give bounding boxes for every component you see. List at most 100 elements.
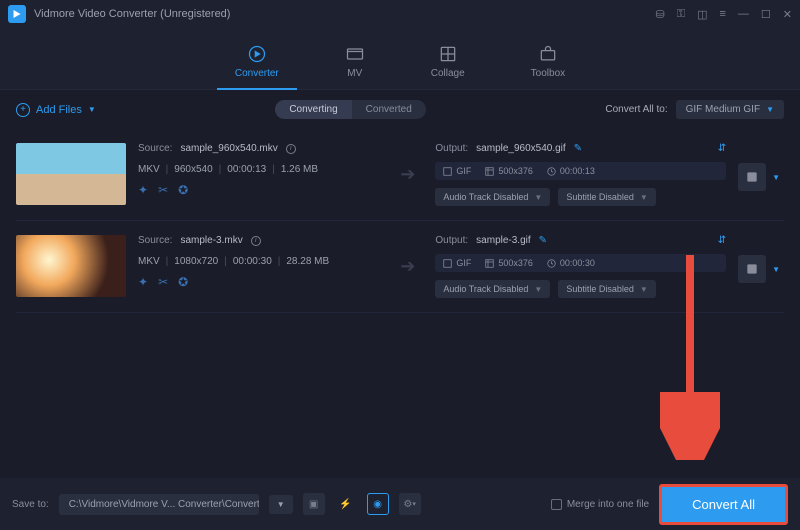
- source-resolution: 1080x720: [174, 256, 218, 267]
- source-duration: 00:00:13: [227, 164, 266, 175]
- nav-toolbox-label: Toolbox: [531, 68, 565, 79]
- source-label: Source:: [138, 143, 172, 154]
- checkbox-icon: [551, 499, 562, 510]
- chevron-down-icon: ▼: [88, 105, 96, 114]
- info-icon[interactable]: i: [286, 144, 296, 154]
- titlebar: Vidmore Video Converter (Unregistered) ⛁…: [0, 0, 800, 28]
- format-dropdown-icon[interactable]: ▼: [768, 265, 784, 274]
- nav-converter[interactable]: Converter: [227, 40, 287, 89]
- source-filename: sample_960x540.mkv: [180, 143, 277, 154]
- open-folder-icon[interactable]: ▣: [303, 493, 325, 515]
- audio-track-select[interactable]: Audio Track Disabled▼: [435, 280, 550, 298]
- merge-checkbox[interactable]: Merge into one file: [551, 499, 649, 510]
- source-container: MKV: [138, 256, 160, 267]
- star-edit-icon[interactable]: ✦: [138, 275, 148, 289]
- convert-target-value: GIF Medium GIF: [686, 104, 760, 115]
- svg-text:GIF: GIF: [749, 270, 755, 274]
- chevron-down-icon: ▼: [766, 105, 774, 114]
- subtitle-select[interactable]: Subtitle Disabled▼: [558, 280, 655, 298]
- close-icon[interactable]: ✕: [783, 8, 792, 21]
- source-size: 1.26 MB: [281, 164, 318, 175]
- save-to-label: Save to:: [12, 499, 49, 510]
- source-resolution: 960x540: [174, 164, 212, 175]
- nav-converter-label: Converter: [235, 68, 279, 79]
- feedback-icon[interactable]: ◫: [697, 8, 707, 21]
- video-thumbnail[interactable]: [16, 143, 126, 205]
- output-info: GIF 500x376 00:00:13: [435, 162, 726, 180]
- output-filename: sample_960x540.gif: [476, 143, 566, 154]
- plus-icon: +: [16, 103, 30, 117]
- lightning-icon[interactable]: ⚡: [335, 493, 357, 515]
- edit-name-icon[interactable]: ✎: [574, 143, 582, 154]
- tab-converting[interactable]: Converting: [275, 100, 351, 119]
- convert-target-select[interactable]: GIF Medium GIF ▼: [676, 100, 784, 119]
- cart-icon[interactable]: ⛁: [655, 8, 664, 21]
- main-nav: Converter MV Collage Toolbox: [0, 28, 800, 90]
- output-label: Output:: [435, 143, 468, 154]
- info-icon[interactable]: i: [251, 236, 261, 246]
- output-format-button[interactable]: GIF: [738, 163, 766, 191]
- compress-icon[interactable]: ⇵: [718, 143, 726, 154]
- enhance-icon[interactable]: ✪: [178, 183, 188, 197]
- arrow-icon: ➔: [392, 235, 423, 298]
- chevron-down-icon: ▼: [640, 285, 648, 294]
- nav-mv-label: MV: [347, 68, 362, 79]
- subtitle-select[interactable]: Subtitle Disabled▼: [558, 188, 655, 206]
- output-resolution: 500x376: [498, 166, 533, 176]
- output-label: Output:: [435, 235, 468, 246]
- output-filename: sample-3.gif: [476, 235, 530, 246]
- output-format-button[interactable]: GIF: [738, 255, 766, 283]
- add-files-button[interactable]: + Add Files ▼: [16, 103, 96, 117]
- status-tabs: Converting Converted: [275, 100, 426, 119]
- nav-collage[interactable]: Collage: [423, 40, 473, 89]
- hw-accel-icon[interactable]: ◉: [367, 493, 389, 515]
- source-meta: MKV| 960x540| 00:00:13| 1.26 MB: [138, 164, 380, 175]
- source-meta: MKV| 1080x720| 00:00:30| 28.28 MB: [138, 256, 380, 267]
- output-duration: 00:00:30: [560, 258, 595, 268]
- convert-all-button[interactable]: Convert All: [659, 484, 788, 525]
- compress-icon[interactable]: ⇵: [718, 235, 726, 246]
- add-files-label: Add Files: [36, 104, 82, 116]
- chevron-down-icon: ▼: [640, 193, 648, 202]
- menu-icon[interactable]: ≡: [719, 8, 725, 20]
- source-filename: sample-3.mkv: [180, 235, 242, 246]
- output-format: GIF: [456, 258, 471, 268]
- output-duration: 00:00:13: [560, 166, 595, 176]
- audio-track-select[interactable]: Audio Track Disabled▼: [435, 188, 550, 206]
- key-icon[interactable]: ⚿: [677, 8, 685, 21]
- app-title: Vidmore Video Converter (Unregistered): [34, 8, 655, 20]
- star-edit-icon[interactable]: ✦: [138, 183, 148, 197]
- nav-mv[interactable]: MV: [337, 40, 373, 89]
- source-duration: 00:00:30: [233, 256, 272, 267]
- file-list: Source: sample_960x540.mkv i MKV| 960x54…: [0, 129, 800, 313]
- edit-name-icon[interactable]: ✎: [539, 235, 547, 246]
- video-thumbnail[interactable]: [16, 235, 126, 297]
- convert-all-to-label: Convert All to:: [605, 104, 667, 115]
- arrow-icon: ➔: [392, 143, 423, 206]
- format-dropdown-icon[interactable]: ▼: [768, 173, 784, 182]
- settings-gear-icon[interactable]: ⚙▾: [399, 493, 421, 515]
- chevron-down-icon: ▼: [534, 285, 542, 294]
- save-path-dropdown[interactable]: ▼: [269, 495, 293, 514]
- minimize-icon[interactable]: —: [738, 8, 749, 20]
- source-label: Source:: [138, 235, 172, 246]
- source-size: 28.28 MB: [286, 256, 329, 267]
- output-info: GIF 500x376 00:00:30: [435, 254, 726, 272]
- save-path-field[interactable]: C:\Vidmore\Vidmore V... Converter\Conver…: [59, 494, 259, 515]
- merge-label: Merge into one file: [567, 499, 649, 510]
- nav-toolbox[interactable]: Toolbox: [523, 40, 573, 89]
- svg-text:GIF: GIF: [749, 178, 755, 182]
- nav-collage-label: Collage: [431, 68, 465, 79]
- maximize-icon[interactable]: ☐: [761, 8, 771, 21]
- output-resolution: 500x376: [498, 258, 533, 268]
- app-logo-icon: [8, 5, 26, 23]
- output-format: GIF: [456, 166, 471, 176]
- tab-converted[interactable]: Converted: [352, 100, 426, 119]
- source-container: MKV: [138, 164, 160, 175]
- chevron-down-icon: ▼: [534, 193, 542, 202]
- cut-icon[interactable]: ✂: [158, 275, 168, 289]
- cut-icon[interactable]: ✂: [158, 183, 168, 197]
- convert-all-to: Convert All to: GIF Medium GIF ▼: [605, 100, 784, 119]
- enhance-icon[interactable]: ✪: [178, 275, 188, 289]
- file-item: Source: sample_960x540.mkv i MKV| 960x54…: [16, 129, 784, 221]
